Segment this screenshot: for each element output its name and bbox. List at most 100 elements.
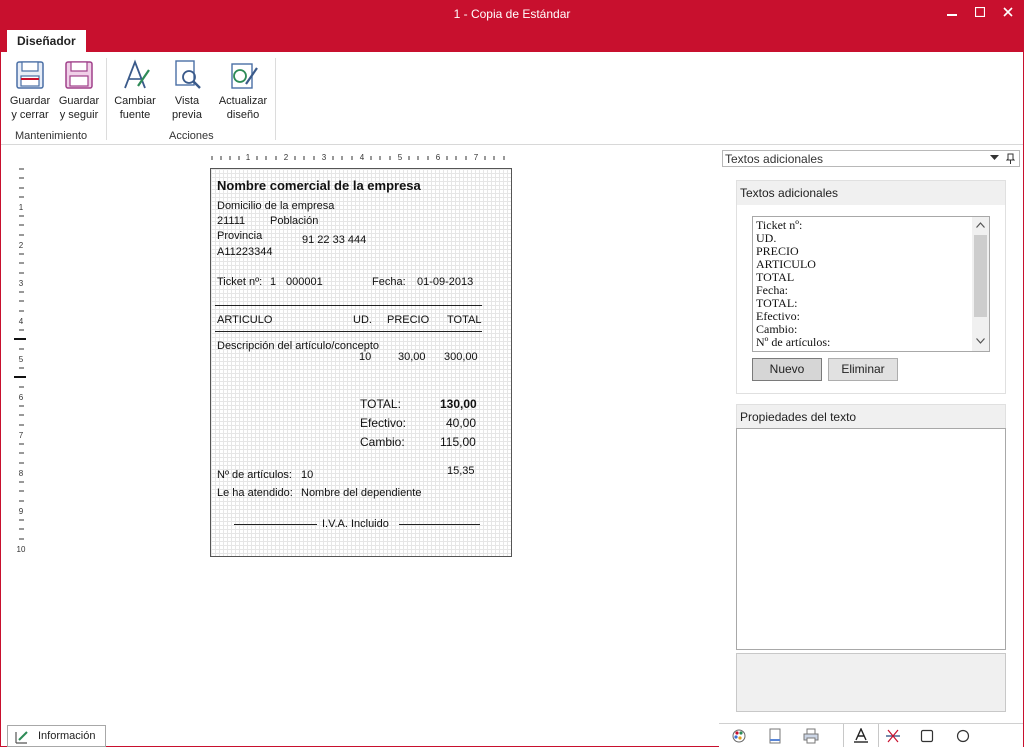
tab-document[interactable]	[757, 724, 793, 747]
tab-ellipse[interactable]	[945, 724, 981, 747]
text-tool-icon	[854, 727, 868, 743]
divider-line[interactable]	[215, 305, 482, 306]
vertical-ruler: 1 2 3 4 5 6 7 8 9 10	[14, 168, 26, 554]
ruler-marker[interactable]	[14, 338, 26, 340]
info-button-label: Información	[38, 730, 96, 742]
preview-icon	[175, 60, 201, 89]
list-item[interactable]: TOTAL	[753, 271, 989, 284]
ruler-label: 4	[360, 153, 365, 162]
ruler-label: 5	[398, 153, 403, 162]
update-design-label-1: Actualizar	[218, 95, 268, 107]
document-icon	[769, 728, 781, 744]
column-header-article[interactable]: ARTICULO	[217, 314, 272, 326]
preview-button[interactable]: Vista previa	[162, 58, 212, 122]
company-address[interactable]: Domicilio de la empresa	[217, 200, 334, 212]
close-button[interactable]	[997, 3, 1019, 23]
item-total[interactable]: 300,00	[444, 351, 478, 363]
tab-text[interactable]	[843, 724, 879, 747]
ruler-label: 10	[17, 545, 26, 554]
ticket-series[interactable]: 1	[270, 276, 276, 288]
items-count-value[interactable]: 10	[301, 469, 313, 481]
group-label-acciones: Acciones	[169, 130, 214, 142]
ruler-marker[interactable]	[14, 376, 26, 378]
tax-id[interactable]: A11223344	[217, 246, 272, 258]
phone[interactable]: 91 22 33 444	[302, 234, 366, 246]
divider-line[interactable]	[215, 331, 482, 332]
tax-amount[interactable]: 15,35	[447, 465, 475, 477]
item-description[interactable]: Descripción del artículo/concepto	[217, 340, 379, 352]
ticket-number[interactable]: 000001	[286, 276, 323, 288]
change-font-button[interactable]: Cambiar fuente	[110, 58, 160, 122]
line-tool-icon	[886, 729, 900, 743]
column-header-units[interactable]: UD.	[353, 314, 372, 326]
additional-texts-list[interactable]: Ticket nº: UD. PRECIO ARTICULO TOTAL Fec…	[752, 216, 990, 352]
item-units[interactable]: 10	[359, 351, 371, 363]
minimize-icon	[947, 14, 957, 16]
save-close-button[interactable]: Guardar y cerrar	[5, 58, 55, 122]
ruler-label: 8	[19, 469, 24, 478]
change-font-label-2: fuente	[119, 109, 151, 121]
ticket-design-canvas[interactable]: Nombre comercial de la empresa Domicilio…	[210, 168, 512, 557]
maximize-button[interactable]	[969, 3, 991, 23]
divider-line[interactable]	[399, 524, 480, 525]
title-bar: 1 - Copia de Estándar	[1, 1, 1023, 27]
font-icon	[124, 59, 150, 89]
postal-code[interactable]: 21111	[217, 215, 245, 227]
total-label[interactable]: TOTAL:	[360, 397, 401, 411]
list-item[interactable]: Nº de artículos:	[753, 336, 989, 349]
ruler-label: 6	[436, 153, 441, 162]
text-properties-title: Propiedades del texto	[737, 405, 1005, 429]
vat-note[interactable]: I.V.A. Incluido	[322, 518, 389, 530]
info-button[interactable]: Información	[7, 725, 106, 747]
change-font-label-1: Cambiar	[114, 95, 156, 107]
group-separator	[106, 58, 107, 140]
ruler-label: 1	[19, 203, 24, 212]
save-continue-button[interactable]: Guardar y seguir	[54, 58, 104, 122]
city[interactable]: Población	[270, 215, 318, 227]
designer-tool-tabs	[719, 723, 1023, 747]
list-scrollbar[interactable]	[972, 217, 989, 351]
scroll-thumb[interactable]	[974, 235, 987, 317]
item-price[interactable]: 30,00	[398, 351, 426, 363]
scroll-down-icon	[976, 338, 985, 344]
delete-text-button[interactable]: Eliminar	[828, 358, 898, 381]
window-title: 1 - Copia de Estándar	[453, 7, 571, 21]
change-value[interactable]: 115,00	[440, 435, 476, 449]
divider-line[interactable]	[234, 524, 317, 525]
cash-label[interactable]: Efectivo:	[360, 416, 406, 430]
served-by-label[interactable]: Le ha atendido:	[217, 487, 293, 499]
column-header-total[interactable]: TOTAL	[447, 314, 481, 326]
update-design-label-2: diseño	[226, 109, 260, 121]
items-count-label[interactable]: Nº de artículos:	[217, 469, 292, 481]
change-label[interactable]: Cambio:	[360, 435, 405, 449]
served-by-value[interactable]: Nombre del dependiente	[301, 487, 421, 499]
tab-colors[interactable]	[721, 724, 757, 747]
ticket-number-label[interactable]: Ticket nº:	[217, 276, 262, 288]
save-close-label-1: Guardar	[9, 95, 51, 107]
province[interactable]: Provincia	[217, 230, 262, 242]
panel-selector-dropdown[interactable]: Textos adicionales	[722, 150, 1020, 167]
text-properties-grid[interactable]	[736, 428, 1006, 650]
rectangle-tool-icon	[920, 729, 934, 743]
update-design-button[interactable]: Actualizar diseño	[218, 58, 268, 122]
chevron-down-icon	[990, 155, 999, 160]
scroll-up-icon	[976, 222, 985, 228]
list-item[interactable]: Ticket nº:	[753, 219, 989, 232]
date-value[interactable]: 01-09-2013	[417, 276, 473, 288]
company-name[interactable]: Nombre comercial de la empresa	[217, 178, 421, 193]
date-label[interactable]: Fecha:	[372, 276, 406, 288]
ruler-label: 5	[19, 355, 24, 364]
cash-value[interactable]: 40,00	[446, 416, 476, 430]
tab-disenador[interactable]: Diseñador	[7, 30, 86, 52]
tab-rectangle[interactable]	[909, 724, 945, 747]
ruler-label: 4	[19, 317, 24, 326]
tab-printer[interactable]	[793, 724, 829, 747]
ribbon: Guardar y cerrar Guardar y seguir Cambia…	[1, 52, 1023, 145]
tab-lines[interactable]	[875, 724, 911, 747]
panel-selector-value: Textos adicionales	[725, 152, 824, 166]
total-value[interactable]: 130,00	[440, 397, 477, 411]
minimize-button[interactable]	[941, 3, 963, 23]
column-header-price[interactable]: PRECIO	[387, 314, 429, 326]
preview-label-2: previa	[172, 109, 202, 121]
new-text-button[interactable]: Nuevo	[752, 358, 822, 381]
